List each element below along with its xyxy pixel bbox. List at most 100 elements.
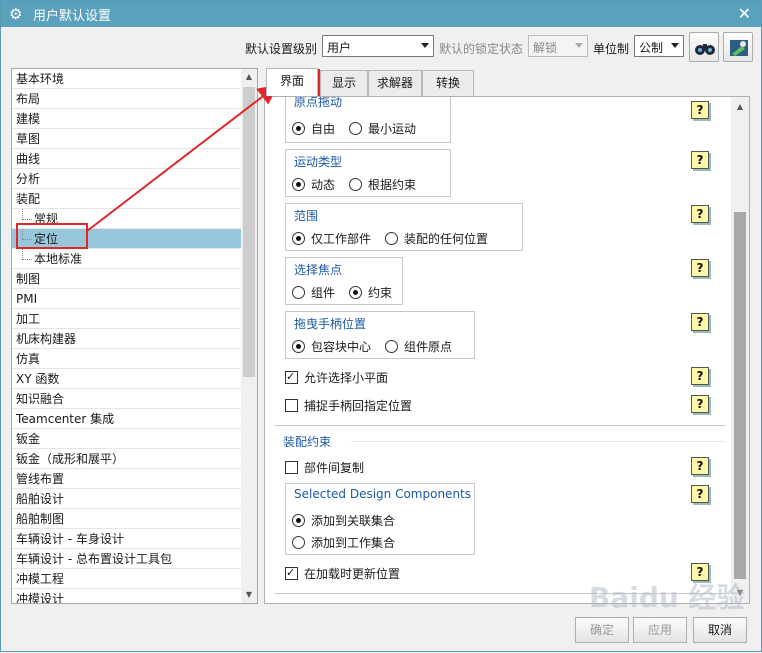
tree-item[interactable]: 车辆设计 - 总布置设计工具包 [12,549,242,569]
help-icon[interactable]: ? [691,205,709,223]
tree-item[interactable]: 建模 [12,109,242,129]
radio-by-constraint[interactable] [349,178,363,191]
section-divider [275,425,725,426]
cancel-button[interactable]: 取消 [693,617,747,643]
tree-item[interactable]: XY 函数 [12,369,242,389]
unit-select[interactable]: 公制 [634,35,684,57]
radio-work-part-only[interactable] [292,232,305,245]
tree-item[interactable]: 草图 [12,129,242,149]
tree-item[interactable]: 车辆设计 - 车身设计 [12,529,242,549]
selected-design-components-group: Selected Design Components 添加到关联集合 添加到工作… [285,483,475,555]
tree-scrollbar[interactable]: ▲ ▼ [241,69,257,603]
tree-item[interactable]: 钣金 [12,429,242,449]
radio-constraint[interactable] [349,286,363,299]
radio-label: 最小运动 [368,122,417,136]
origin-drag-options: 自由 最小运动 [292,120,430,137]
tab-solver[interactable]: 求解器 [368,70,422,96]
tree-item[interactable]: 船舶制图 [12,509,242,529]
copy-between-parts: 部件间复制 [285,459,378,476]
category-tree: 基本环境 布局 建模 草图 曲线 分析 装配 常规 定位 本地标准 制图 PMI 加工 机床构建器 仿真 XY… [11,68,258,604]
radio-add-to-associated-set[interactable] [292,514,305,527]
scroll-up-icon[interactable]: ▲ [241,69,257,85]
radio-add-to-work-set[interactable] [292,536,305,549]
lock-label: 默认的锁定状态 [439,42,524,56]
help-icon[interactable]: ? [691,151,709,169]
motion-type-options: 动态 根据约束 [292,176,430,193]
tree-item[interactable]: 钣金（成形和展平） [12,449,242,469]
window-title: 用户默认设置 [33,8,112,24]
help-icon[interactable]: ? [691,101,709,119]
section-line [351,441,725,442]
radio-label: 添加到工作集合 [311,536,396,550]
radio-bounding-box-center[interactable] [292,340,305,353]
scroll-up-icon[interactable]: ▲ [731,99,749,115]
tab-convert[interactable]: 转换 [422,70,474,96]
tree-item[interactable]: 制图 [12,269,242,289]
origin-drag-group: 原点拖动 自由 最小运动 [285,97,451,143]
radio-label: 约束 [368,286,393,300]
radio-component[interactable] [292,286,305,299]
tree-item[interactable]: 装配 [12,189,242,209]
tree-item[interactable]: 冲模工程 [12,569,242,589]
checkbox-copy-between-parts[interactable] [285,461,298,474]
tree-item[interactable]: 分析 [12,169,242,189]
scroll-down-icon[interactable]: ▼ [241,587,257,603]
tab-display[interactable]: 显示 [320,70,368,96]
help-icon[interactable]: ? [691,457,709,475]
radio-component-origin[interactable] [385,340,399,353]
radio-label: 包容块中心 [311,340,372,354]
help-icon[interactable]: ? [691,395,709,413]
help-icon[interactable]: ? [691,259,709,277]
help-icon[interactable]: ? [691,313,709,331]
tree-item[interactable]: 知识融合 [12,389,242,409]
tree-item[interactable]: 冲模设计 [12,589,242,603]
radio-free[interactable] [292,122,305,135]
panel-scrollbar[interactable]: ▲ ▼ [731,97,749,603]
close-icon[interactable]: ✕ [738,4,751,23]
tree-item[interactable]: Teamcenter 集成 [12,409,242,429]
tree-item[interactable]: 曲线 [12,149,242,169]
radio-min-motion[interactable] [349,122,363,135]
radio-dynamic[interactable] [292,178,305,191]
group-title: 拖曳手柄位置 [294,317,367,331]
checkbox-snap-handle-back[interactable] [285,399,298,412]
tree-item[interactable]: 管线布置 [12,469,242,489]
settings-tool-button[interactable] [723,32,753,62]
radio-anywhere-in-assembly[interactable] [385,232,399,245]
find-binoculars-button[interactable] [689,32,719,62]
radio-label: 根据约束 [368,178,417,192]
tree-item[interactable]: 机床构建器 [12,329,242,349]
help-icon[interactable]: ? [691,485,709,503]
tree-item[interactable]: 基本环境 [12,69,242,89]
tree-item[interactable]: 船舶设计 [12,489,242,509]
apply-button[interactable]: 应用 [633,617,687,643]
tree-item[interactable]: 本地标准 [12,249,242,269]
checkbox-allow-facet-selection[interactable] [285,370,298,384]
tree-item[interactable]: 仿真 [12,349,242,369]
chevron-down-icon [421,43,429,48]
title-bar: ⚙ 用户默认设置 ✕ [1,1,761,27]
lock-select[interactable]: 解锁 [528,35,588,57]
snap-handle-back: 捕捉手柄回指定位置 [285,397,426,414]
level-select[interactable]: 用户 [322,35,434,57]
radio-label: 仅工作部件 [311,232,372,246]
checkbox-label: 捕捉手柄回指定位置 [304,399,413,413]
group-title: 范围 [294,209,319,223]
tree-item[interactable]: 加工 [12,309,242,329]
tree-item[interactable]: PMI [12,289,242,309]
tree-scroll-thumb[interactable] [243,87,255,377]
drag-handle-options: 包容块中心 组件原点 [292,338,466,355]
panel-scroll-thumb[interactable] [734,212,746,579]
group-title: Selected Design Components [294,487,471,501]
watermark-logo: Baidu 经验 [589,581,745,614]
tab-interface[interactable]: 界面 [266,68,318,96]
radio-label: 组件 [311,286,336,300]
checkbox-update-position-on-load[interactable] [285,566,298,580]
scope-options: 仅工作部件 装配的任何位置 [292,230,502,247]
help-icon[interactable]: ? [691,367,709,385]
level-value: 用户 [327,41,352,55]
tree-item[interactable]: 布局 [12,89,242,109]
ok-button[interactable]: 确定 [575,617,629,643]
checkbox-label: 部件间复制 [304,461,365,475]
motion-type-group: 运动类型 动态 根据约束 [285,149,451,197]
